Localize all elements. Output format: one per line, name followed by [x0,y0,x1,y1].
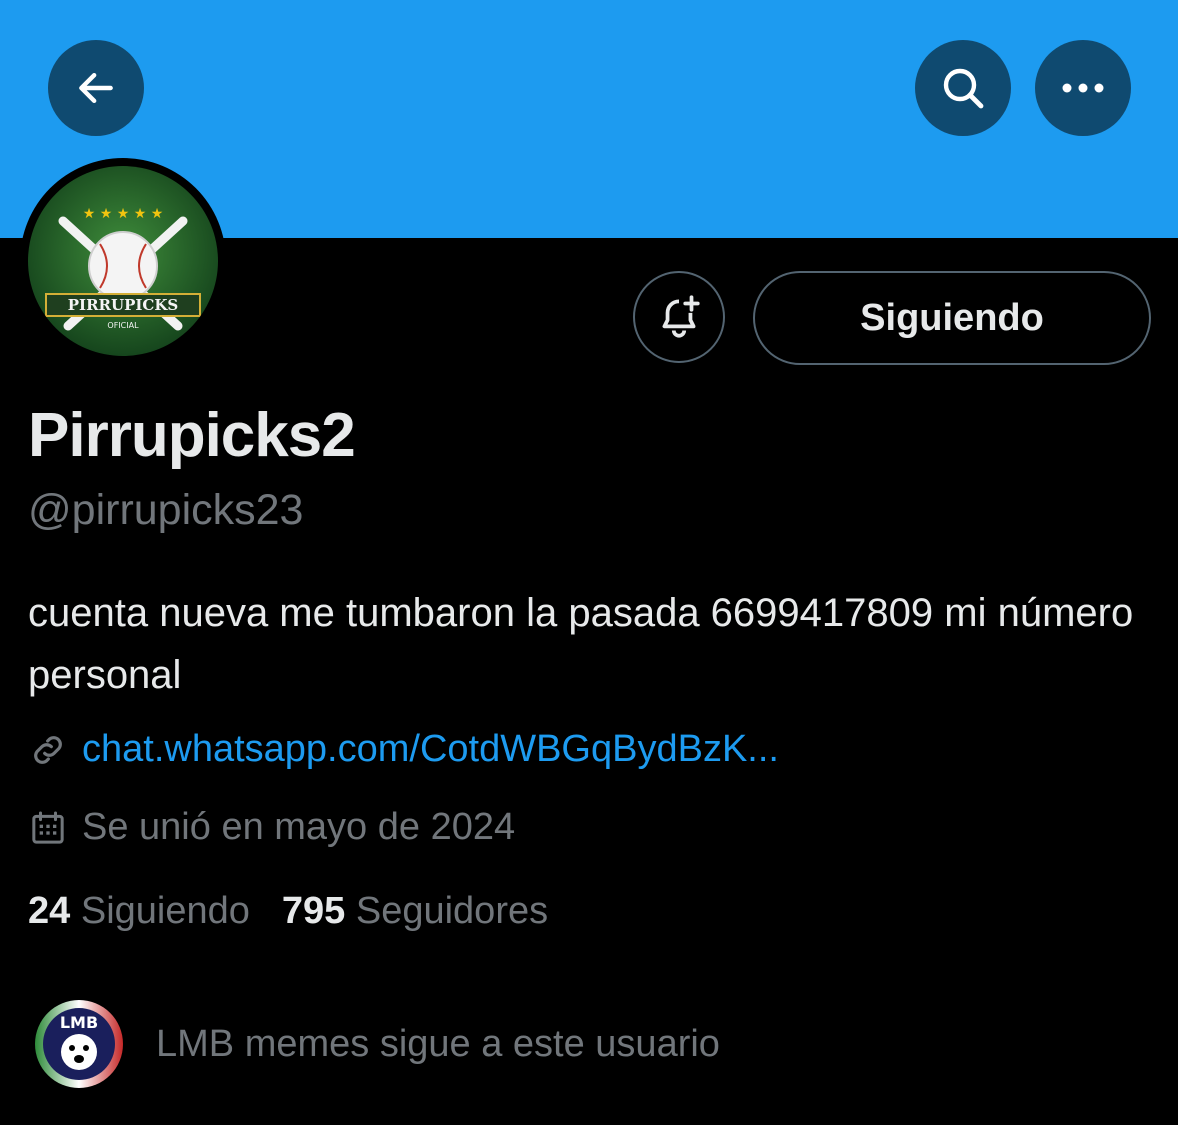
more-button[interactable] [1035,40,1131,136]
join-date: Se unió en mayo de 2024 [82,806,516,848]
following-link[interactable]: 24 Siguiendo [28,890,250,933]
profile-link[interactable]: chat.whatsapp.com/CotdWBGqBydBzK... [82,728,779,771]
bell-plus-icon [662,295,700,338]
following-count: 24 [28,890,71,932]
link-icon [34,735,62,764]
following-label: Siguiendo [80,890,250,932]
followers-label: Seguidores [355,890,549,932]
user-handle: @pirrupicks23 [28,486,304,534]
calendar-icon [32,811,64,844]
followed-by-row[interactable]: LMB LMB memes sigue a este usuario [30,998,720,1090]
search-button[interactable] [915,40,1011,136]
display-name: Pirrupicks2 [28,401,356,470]
svg-text:PIRRUPICKS: PIRRUPICKS [68,296,178,314]
followed-by-text: LMB memes sigue a este usuario [156,1022,720,1065]
svg-text:LMB: LMB [60,1013,98,1032]
follow-counts: 24 Siguiendo 795 Seguidores [28,890,548,933]
arrow-left-icon [79,72,113,104]
baseball-logo-icon: ★ ★ ★ ★ ★ PIRRUPICKS OFICIAL [28,166,218,356]
search-icon [943,68,984,109]
notifications-button[interactable] [633,271,725,363]
lmb-avatar: LMB [35,1000,123,1088]
svg-text:OFICIAL: OFICIAL [107,321,139,330]
profile-link-row[interactable]: chat.whatsapp.com/CotdWBGqBydBzK... [28,728,779,771]
more-icon [1062,83,1104,93]
following-button[interactable]: Siguiendo [753,271,1151,365]
followers-link[interactable]: 795 Seguidores [282,890,548,933]
back-button[interactable] [48,40,144,136]
join-date-row: Se unió en mayo de 2024 [28,806,515,849]
followers-count: 795 [281,890,346,932]
profile-avatar[interactable]: ★ ★ ★ ★ ★ PIRRUPICKS OFICIAL [20,158,226,364]
profile-bio: cuenta nueva me tumbaron la pasada 66994… [28,591,1134,697]
svg-text:★ ★ ★ ★ ★: ★ ★ ★ ★ ★ [83,206,164,222]
